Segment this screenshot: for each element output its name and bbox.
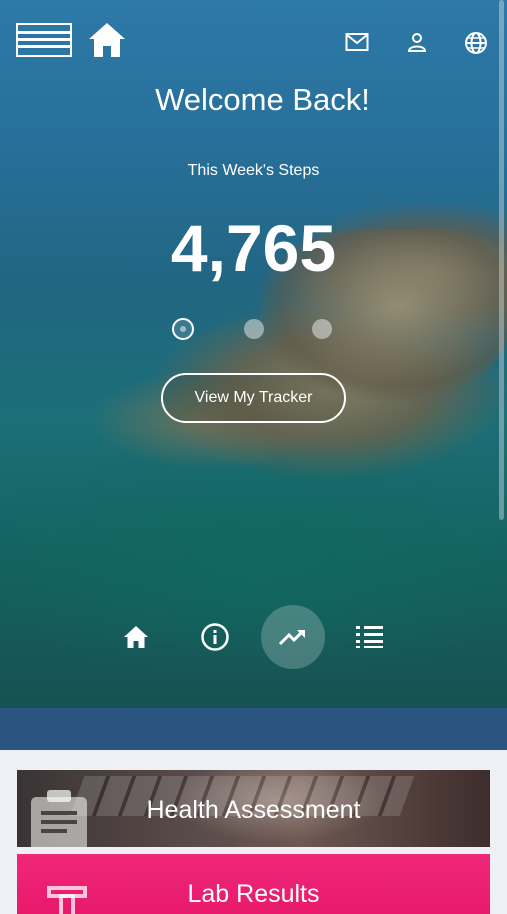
carousel-dot-1[interactable] (172, 318, 194, 340)
menu-icon[interactable] (16, 23, 72, 57)
health-assessment-card[interactable]: Health Assessment (17, 770, 490, 847)
user-icon[interactable] (405, 30, 429, 54)
nav-info-icon[interactable] (183, 605, 247, 669)
mail-icon[interactable] (344, 30, 370, 54)
carousel-dot-2[interactable] (244, 319, 264, 339)
nav-home-icon[interactable] (104, 605, 168, 669)
bottom-nav (0, 605, 507, 669)
steps-label: This Week's Steps (187, 162, 320, 179)
lab-results-card[interactable]: Lab Results (17, 854, 490, 914)
top-bar (0, 0, 507, 80)
view-tracker-button[interactable]: View My Tracker (161, 373, 346, 423)
section-divider (0, 708, 507, 750)
globe-icon[interactable] (463, 30, 489, 56)
health-assessment-label: Health Assessment (146, 796, 361, 824)
lab-results-label: Lab Results (187, 880, 320, 908)
carousel-indicator (0, 318, 507, 344)
steps-value: 4,765 (170, 211, 337, 285)
hero-banner: Welcome Back! This Week's Steps 4,765 Vi… (0, 0, 507, 708)
nav-trending-up-icon[interactable] (261, 605, 325, 669)
nav-list-icon[interactable] (338, 605, 402, 669)
welcome-heading: Welcome Back! (155, 82, 370, 117)
home-icon[interactable] (86, 20, 128, 60)
carousel-dot-3[interactable] (312, 319, 332, 339)
